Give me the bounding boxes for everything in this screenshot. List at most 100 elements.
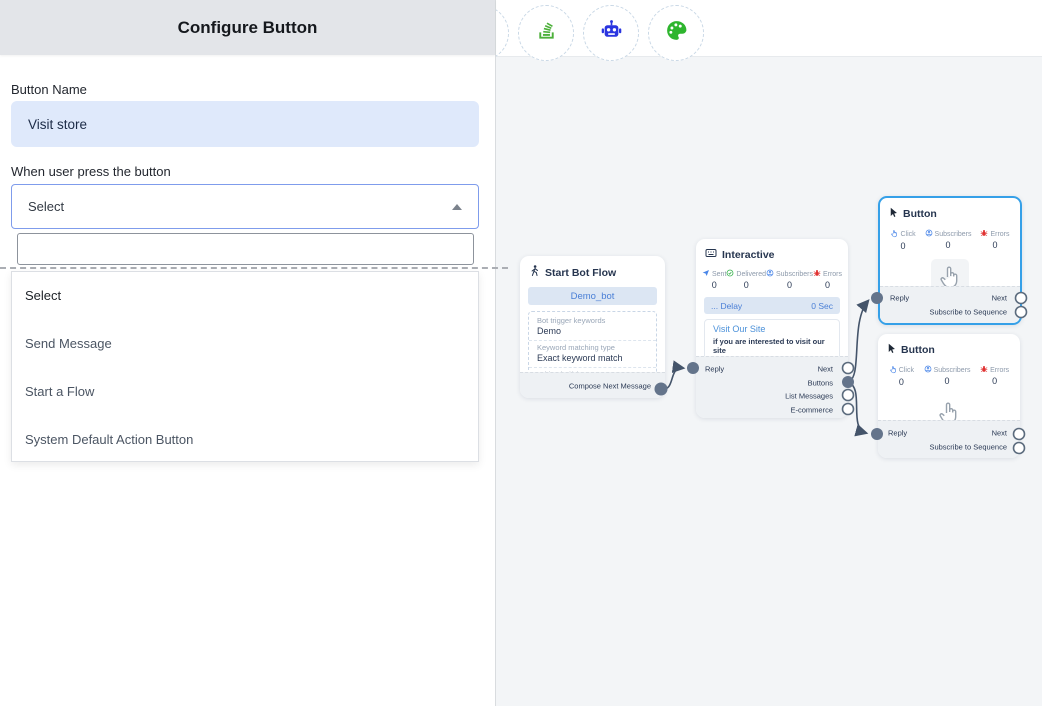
app-window: Configure Button Button Name Visit store… (0, 0, 1042, 706)
robot-icon (599, 18, 624, 48)
output-next-label: Next (818, 365, 833, 374)
button-node-2-title: Button (901, 344, 935, 356)
start-bot-flow-node[interactable]: Start Bot Flow Demo_bot Bot trigger keyw… (520, 256, 665, 398)
subscribers-icon (766, 269, 774, 279)
stat-value: 0 (744, 280, 749, 290)
stat-value: 0 (946, 240, 951, 250)
message-body: if you are interested to visit our site (713, 337, 831, 355)
output-next-label: Next (992, 294, 1007, 303)
stat-subscribers: Subscribers 0 (924, 365, 971, 387)
stat-click: Click 0 (889, 365, 914, 387)
button-1-stats: Click 0 Subscribers 0 Errors 0 (880, 226, 1020, 256)
interactive-node-header: Interactive (696, 239, 848, 266)
reply-input-label: Reply (890, 294, 909, 303)
field-row: Keyword matching type Exact keyword matc… (529, 341, 656, 368)
reply-input-label: Reply (705, 365, 724, 374)
stat-value: 0 (992, 240, 997, 250)
stat-value: 0 (992, 376, 997, 386)
stat-value: 0 (901, 241, 906, 251)
interactive-stats: Sent 0 Delivered 0 Subscribers 0 Errors … (696, 266, 848, 295)
cursor-icon (887, 343, 896, 357)
walking-person-icon (529, 265, 540, 280)
stat-click: Click 0 (890, 229, 915, 251)
layers-button[interactable] (518, 5, 574, 61)
bot-button[interactable] (583, 5, 639, 61)
action-label: When user press the button (11, 164, 171, 179)
stat-value: 0 (787, 280, 792, 290)
delay-value: 0 Sec (811, 301, 833, 311)
click-hand-icon (890, 229, 898, 240)
output-ecommerce-label: E-commerce (790, 405, 833, 414)
edge-buttons-to-button2 (848, 382, 866, 433)
output-next-label: Next (992, 429, 1007, 438)
output-subscribe-label: Subscribe to Sequence (929, 308, 1007, 317)
interactive-node[interactable]: Interactive Sent 0 Delivered 0 Subscribe… (696, 239, 848, 418)
dropdown-search-input[interactable] (17, 233, 474, 265)
action-select[interactable]: Select (11, 184, 479, 229)
button-node-2-header: Button (878, 334, 1020, 362)
theme-button[interactable] (648, 5, 704, 61)
output-buttons-label: Buttons (808, 378, 833, 387)
dropdown-option-select[interactable]: Select (12, 272, 478, 320)
action-dropdown-list: Select Send Message Start a Flow System … (11, 271, 479, 462)
dropdown-option-system-default[interactable]: System Default Action Button (12, 415, 478, 463)
page-title: Configure Button (178, 18, 318, 38)
output-list-messages-label: List Messages (785, 392, 833, 401)
message-title: Visit Our Site (713, 324, 831, 334)
button-node-2[interactable]: Button Click 0 Subscribers 0 Errors 0 (878, 334, 1020, 458)
stat-errors: Errors 0 (813, 269, 842, 290)
click-hand-icon (889, 365, 897, 376)
delay-bar[interactable]: ... Delay 0 Sec (704, 297, 840, 314)
bug-icon (980, 365, 988, 375)
output-subscribe-label: Subscribe to Sequence (929, 443, 1007, 452)
button-name-input[interactable]: Visit store (11, 101, 479, 147)
send-icon (702, 269, 710, 279)
button-1-footer: Reply Next Subscribe to Sequence (880, 286, 1020, 323)
button-name-label: Button Name (11, 82, 87, 97)
bot-name-pill[interactable]: Demo_bot (528, 287, 657, 305)
field-label: Bot trigger keywords (537, 316, 648, 326)
bug-icon (980, 229, 988, 239)
panel-header: Configure Button (0, 0, 495, 55)
stat-errors: Errors 0 (980, 365, 1009, 387)
interactive-node-footer: Reply Next Buttons List Messages E-comme… (696, 356, 848, 418)
canvas-topbar (496, 0, 1042, 57)
button-name-value: Visit store (28, 117, 87, 132)
bot-name-value: Demo_bot (571, 291, 615, 302)
check-circle-icon (726, 269, 734, 279)
stat-value: 0 (899, 377, 904, 387)
action-select-value: Select (28, 199, 64, 214)
dropdown-option-send-message[interactable]: Send Message (12, 320, 478, 368)
stat-sent: Sent 0 (702, 269, 726, 290)
field-row: Bot trigger keywords Demo (529, 314, 656, 341)
bug-icon (813, 269, 821, 279)
start-node-title: Start Bot Flow (545, 267, 616, 279)
interactive-node-title: Interactive (722, 249, 775, 261)
subscribers-icon (924, 365, 932, 375)
button-node-1[interactable]: Button Click 0 Subscribers 0 Errors 0 (878, 196, 1022, 325)
stat-subscribers: Subscribers 0 (766, 269, 813, 290)
field-value: Exact keyword match (537, 353, 648, 364)
stat-value: 0 (712, 280, 717, 290)
button-2-footer: Reply Next Subscribe to Sequence (878, 420, 1020, 458)
palette-icon (664, 18, 689, 48)
keyboard-icon (705, 248, 717, 261)
cursor-icon (889, 207, 898, 221)
chevron-up-icon (452, 204, 462, 210)
button-node-1-header: Button (880, 198, 1020, 226)
button-2-stats: Click 0 Subscribers 0 Errors 0 (878, 362, 1020, 392)
start-node-footer: Compose Next Message (520, 372, 665, 398)
layers-icon (535, 19, 558, 47)
compose-next-message-label[interactable]: Compose Next Message (569, 382, 651, 391)
field-value: Demo (537, 326, 648, 337)
configure-button-panel: Configure Button Button Name Visit store… (0, 0, 496, 706)
stat-delivered: Delivered 0 (726, 269, 766, 290)
start-node-header: Start Bot Flow (520, 256, 665, 285)
edge-buttons-to-button1 (848, 301, 868, 382)
stat-value: 0 (945, 376, 950, 386)
reply-input-label: Reply (888, 429, 907, 438)
delay-label: ... Delay (711, 301, 742, 311)
dropdown-option-start-a-flow[interactable]: Start a Flow (12, 368, 478, 416)
subscribers-icon (925, 229, 933, 239)
button-node-1-title: Button (903, 208, 937, 220)
